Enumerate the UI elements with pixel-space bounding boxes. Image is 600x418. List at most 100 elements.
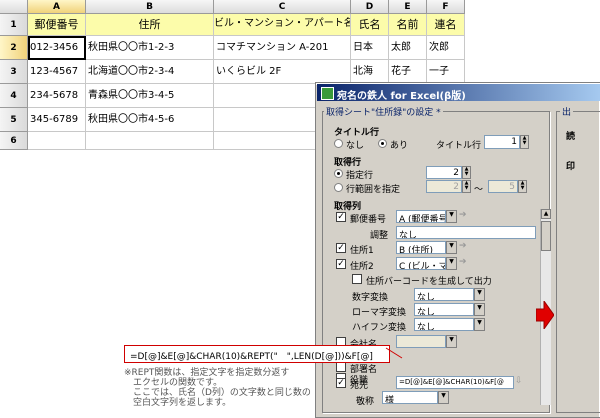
range-from-input[interactable]: 2 <box>426 180 462 193</box>
callout-connector-icon <box>385 347 403 359</box>
col-header-c[interactable]: C <box>214 0 351 14</box>
col-header-e[interactable]: E <box>389 0 427 14</box>
note-line-2: エクセルの関数です。 <box>124 378 223 388</box>
select-all-corner[interactable] <box>0 0 28 14</box>
postal-label: 郵便番号 <box>350 215 387 225</box>
addr2-dropdown-button[interactable]: ▼ <box>446 257 457 270</box>
fetch-cols-label: 取得列 <box>334 202 362 212</box>
data-cell[interactable]: 012-3456 <box>28 36 86 60</box>
data-cell[interactable]: 一子 <box>427 60 465 84</box>
addr2-link-icon[interactable]: ➔ <box>459 257 467 267</box>
barcode-label: 住所バーコードを生成して出力 <box>366 277 492 287</box>
addr1-dropdown-button[interactable]: ▼ <box>446 241 457 254</box>
specified-row-radio[interactable] <box>334 169 343 178</box>
data-cell[interactable]: 345-6789 <box>28 108 86 132</box>
addr2-checkbox[interactable]: ✓ <box>336 259 346 269</box>
header-cell-address[interactable]: 住所 <box>86 14 214 36</box>
roman-label: ローマ字変換 <box>352 308 407 318</box>
title-row-none-radio[interactable] <box>334 139 343 148</box>
output-panel <box>556 111 600 413</box>
data-cell[interactable]: 北海道〇〇市2-3-4 <box>86 60 214 84</box>
data-cell[interactable]: 234-5678 <box>28 84 86 108</box>
red-arrow-icon <box>536 301 554 329</box>
formula-callout: =D[@]&E[@]&CHAR(10)&REPT(" ",LEN(D[@]))&… <box>124 345 390 363</box>
output-section-title: 出 <box>560 105 574 118</box>
honorific-select[interactable]: 様 <box>382 391 438 404</box>
addressee-checkbox[interactable]: ✓ <box>336 378 346 388</box>
addressee-formula-input[interactable]: =D[@]&E[@]&CHAR(10)&F[@ <box>396 376 514 389</box>
note-line-4: 空白文字列を返します。 <box>124 398 232 408</box>
addr1-link-icon[interactable]: ➔ <box>459 241 467 251</box>
scroll-thumb[interactable] <box>541 221 551 251</box>
dept-checkbox[interactable] <box>336 362 346 372</box>
header-cell-surname[interactable]: 氏名 <box>351 14 389 36</box>
hyphen-dropdown-button[interactable]: ▼ <box>474 318 485 331</box>
numeric-select[interactable]: なし <box>414 288 474 301</box>
col-header-a[interactable]: A <box>28 0 86 14</box>
adjust-select[interactable]: なし <box>396 226 536 239</box>
data-cell[interactable]: 花子 <box>389 60 427 84</box>
specified-row-input[interactable]: 2 <box>426 166 462 179</box>
adjust-label: 調整 <box>370 231 389 241</box>
data-cell[interactable] <box>28 132 86 150</box>
data-cell[interactable]: 日本 <box>351 36 389 60</box>
col-header-b[interactable]: B <box>86 0 214 14</box>
dialog-title: 宛名の鉄人 for Excel(β版) <box>337 91 466 102</box>
dialog-titlebar[interactable]: 宛名の鉄人 for Excel(β版) <box>317 84 600 102</box>
title-row-yes-radio[interactable] <box>378 139 387 148</box>
postal-link-icon[interactable]: ➔ <box>459 210 467 220</box>
header-cell-postal[interactable]: 郵便番号 <box>28 14 86 36</box>
data-cell[interactable] <box>86 132 214 150</box>
row-header-4[interactable]: 4 <box>0 84 28 108</box>
range-to-input[interactable]: 5 <box>488 180 518 193</box>
range-from-spinner[interactable]: ▲ ▼ <box>462 180 471 193</box>
postal-select[interactable]: A (郵便番号) <box>396 210 446 223</box>
addr2-label: 住所2 <box>350 262 374 272</box>
addr1-checkbox[interactable]: ✓ <box>336 243 346 253</box>
data-cell[interactable]: いくらビル 2F <box>214 60 351 84</box>
data-cell[interactable]: コマチマンション A-201 <box>214 36 351 60</box>
data-cell[interactable]: 太郎 <box>389 36 427 60</box>
data-cell[interactable]: 北海 <box>351 60 389 84</box>
data-cell[interactable]: 秋田県〇〇市4-5-6 <box>86 108 214 132</box>
data-cell[interactable]: 青森県〇〇市3-4-5 <box>86 84 214 108</box>
range-separator: ～ <box>474 185 484 195</box>
rept-note: ※REPT関数は、指定文字を指定数分返す エクセルの関数です。 ここでは、氏名（… <box>124 368 311 408</box>
roman-select[interactable]: なし <box>414 303 474 316</box>
scroll-up-icon[interactable]: ▲ <box>541 209 551 219</box>
specified-row-spinner[interactable]: ▲ ▼ <box>462 166 471 179</box>
addressee-link-icon[interactable]: ⇩ <box>515 376 523 386</box>
addr2-select[interactable]: C (ビル・マンシ <box>396 257 446 270</box>
header-cell-given-name[interactable]: 名前 <box>389 14 427 36</box>
postal-dropdown-button[interactable]: ▼ <box>446 210 457 223</box>
title-row-yes-label: あり <box>390 141 409 151</box>
row-header-6[interactable]: 6 <box>0 132 28 150</box>
addressee-label: 宛先 <box>350 381 369 391</box>
output-text-2: 印 <box>566 162 576 172</box>
barcode-checkbox[interactable] <box>352 274 362 284</box>
addr1-select[interactable]: B (住所) <box>396 241 446 254</box>
header-cell-building[interactable]: ビル・マンション・アパート名 <box>214 14 351 36</box>
row-header-3[interactable]: 3 <box>0 60 28 84</box>
row-range-radio[interactable] <box>334 183 343 192</box>
header-cell-joint-name[interactable]: 連名 <box>427 14 465 36</box>
data-cell[interactable]: 次郎 <box>427 36 465 60</box>
row-header-5[interactable]: 5 <box>0 108 28 132</box>
col-header-d[interactable]: D <box>351 0 389 14</box>
row-header-1[interactable]: 1 <box>0 14 28 36</box>
roman-dropdown-button[interactable]: ▼ <box>474 303 485 316</box>
honorific-dropdown-button[interactable]: ▼ <box>438 391 449 404</box>
numeric-dropdown-button[interactable]: ▼ <box>474 288 485 301</box>
postal-checkbox[interactable]: ✓ <box>336 212 346 222</box>
col-header-f[interactable]: F <box>427 0 465 14</box>
hyphen-select[interactable]: なし <box>414 318 474 331</box>
atena-dialog: 宛名の鉄人 for Excel(β版) 取得シート"住所録"の設定 * 出 読 … <box>315 82 600 418</box>
company-dropdown-button[interactable]: ▼ <box>446 335 457 348</box>
title-row-input[interactable]: 1 <box>484 135 520 149</box>
range-to-spinner[interactable]: ▲ ▼ <box>518 180 527 193</box>
note-line-1: ※REPT関数は、指定文字を指定数分返す <box>124 368 290 378</box>
row-header-2[interactable]: 2 <box>0 36 28 60</box>
data-cell[interactable]: 123-4567 <box>28 60 86 84</box>
title-row-spinner[interactable]: ▲ ▼ <box>520 135 529 149</box>
data-cell[interactable]: 秋田県〇〇市1-2-3 <box>86 36 214 60</box>
